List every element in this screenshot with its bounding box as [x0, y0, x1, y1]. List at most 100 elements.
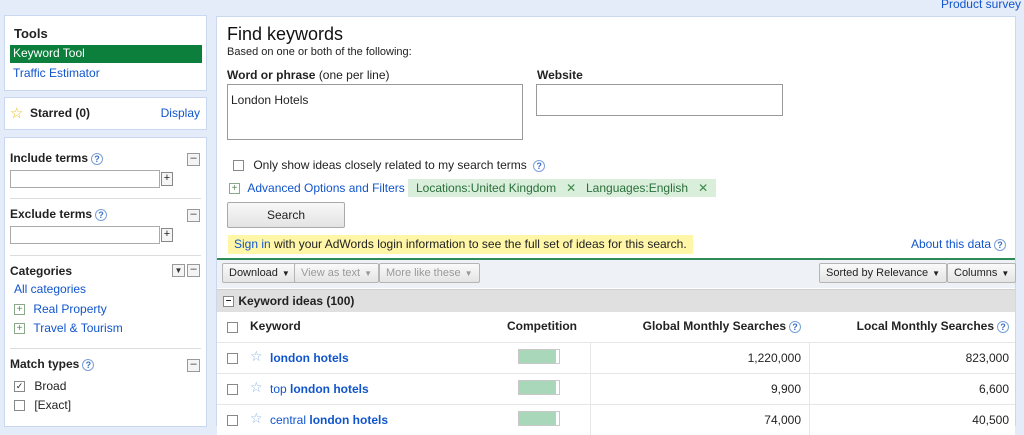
- filters-panel: Include terms? – + Exclude terms? – + Ca…: [4, 137, 207, 427]
- sort-dropdown[interactable]: Sorted by Relevance ▼: [819, 263, 948, 283]
- table-row[interactable]: ☆ top london hotels 9,900 6,600: [217, 373, 1015, 404]
- column-header-competition[interactable]: Competition: [507, 319, 577, 333]
- all-categories-link[interactable]: All categories: [14, 282, 86, 296]
- keyword-link[interactable]: central london hotels: [270, 413, 388, 427]
- checkbox-icon[interactable]: [14, 400, 25, 412]
- help-icon[interactable]: ?: [997, 320, 1009, 333]
- advanced-options[interactable]: + Advanced Options and Filters: [229, 181, 405, 195]
- checkbox-checked-icon[interactable]: ✓: [14, 381, 25, 393]
- competition-bar: [518, 349, 560, 364]
- match-type-broad[interactable]: ✓ Broad: [14, 379, 66, 393]
- match-type-exact[interactable]: [Exact]: [14, 398, 71, 412]
- sign-in-link[interactable]: Sign in: [234, 237, 271, 251]
- sign-in-text: with your AdWords login information to s…: [270, 237, 687, 251]
- row-checkbox[interactable]: [227, 384, 238, 395]
- category-item-travel[interactable]: + Travel & Tourism: [14, 321, 123, 335]
- expand-icon[interactable]: +: [14, 304, 25, 316]
- table-row[interactable]: ☆ central london hotels 74,000 40,500: [217, 404, 1015, 435]
- exclude-terms-label: Exclude terms?: [10, 207, 108, 221]
- columns-dropdown[interactable]: Columns ▼: [947, 263, 1017, 283]
- starred-display-link[interactable]: Display: [161, 106, 200, 120]
- global-searches: 1,220,000: [747, 351, 801, 365]
- keyword-ideas-header[interactable]: – Keyword ideas (100): [217, 289, 1015, 312]
- sort-label: Sorted by Relevance: [826, 267, 929, 279]
- keyword-ideas-title: Keyword ideas (100): [238, 294, 355, 308]
- row-checkbox[interactable]: [227, 415, 238, 426]
- column-header-global[interactable]: Global Monthly Searches?: [643, 319, 801, 333]
- match-type-label: [Exact]: [34, 398, 72, 412]
- column-divider: [809, 405, 810, 435]
- keyword-text: london hotels: [309, 413, 389, 427]
- match-types-label: Match types?: [10, 357, 95, 371]
- include-terms-text: Include terms: [10, 151, 89, 165]
- checkbox-icon[interactable]: [233, 160, 244, 172]
- select-all-checkbox[interactable]: [227, 322, 238, 333]
- help-icon[interactable]: ?: [91, 152, 104, 165]
- tools-item-traffic-estimator[interactable]: Traffic Estimator: [13, 66, 100, 80]
- competition-fill: [519, 412, 557, 425]
- table-row[interactable]: ☆ london hotels 1,220,000 823,000: [217, 342, 1015, 373]
- divider: [10, 348, 201, 349]
- column-header-local[interactable]: Local Monthly Searches?: [857, 319, 1009, 333]
- more-like-these-button[interactable]: More like these ▼: [379, 263, 480, 283]
- website-input[interactable]: [536, 84, 783, 116]
- include-terms-input[interactable]: [10, 170, 160, 188]
- exclude-terms-add-button[interactable]: +: [161, 228, 173, 242]
- download-button[interactable]: Download ▼: [222, 263, 297, 283]
- match-types-text: Match types: [10, 357, 80, 371]
- expand-icon[interactable]: +: [14, 323, 25, 335]
- column-header-keyword[interactable]: Keyword: [250, 319, 301, 333]
- column-header-global-label: Global Monthly Searches: [642, 319, 786, 333]
- star-icon[interactable]: ☆: [250, 379, 263, 396]
- word-phrase-hint: (one per line): [318, 68, 390, 82]
- chip-label: Languages:English: [586, 181, 689, 195]
- help-icon[interactable]: ?: [533, 159, 546, 172]
- dropdown-arrow-icon: ▼: [281, 269, 290, 278]
- dropdown-arrow-icon: ▼: [464, 269, 473, 278]
- product-survey-link[interactable]: Product survey: [941, 0, 1021, 11]
- help-icon[interactable]: ?: [789, 320, 801, 333]
- about-data[interactable]: About this data?: [911, 237, 1006, 251]
- column-divider: [590, 374, 591, 404]
- expand-icon[interactable]: +: [229, 183, 240, 195]
- location-filter-chip[interactable]: Locations:United Kingdom ✕: [408, 179, 585, 197]
- competition-bar: [518, 380, 560, 395]
- language-filter-chip[interactable]: Languages:English ✕: [578, 179, 717, 197]
- advanced-options-link[interactable]: Advanced Options and Filters: [247, 181, 404, 195]
- star-icon[interactable]: ☆: [250, 410, 263, 427]
- column-header-local-label: Local Monthly Searches: [856, 319, 994, 333]
- help-icon[interactable]: ?: [994, 238, 1006, 251]
- tools-item-keyword-tool[interactable]: Keyword Tool: [10, 45, 202, 63]
- tools-panel: Tools Keyword Tool Traffic Estimator: [4, 15, 207, 91]
- category-item-label[interactable]: Real Property: [33, 302, 106, 316]
- include-terms-add-button[interactable]: +: [161, 172, 173, 186]
- dropdown-arrow-icon: ▼: [364, 269, 373, 278]
- column-divider: [809, 374, 810, 404]
- keyword-link[interactable]: london hotels: [270, 351, 349, 365]
- keyword-link[interactable]: top london hotels: [270, 382, 369, 396]
- columns-label: Columns: [954, 267, 998, 279]
- only-show-option[interactable]: Only show ideas closely related to my se…: [233, 158, 546, 172]
- remove-icon[interactable]: ✕: [698, 181, 708, 195]
- dropdown-icon[interactable]: ▼: [172, 264, 185, 277]
- star-icon[interactable]: ☆: [250, 348, 263, 365]
- help-icon[interactable]: ?: [82, 358, 95, 371]
- collapse-icon[interactable]: –: [187, 359, 200, 372]
- competition-fill: [519, 350, 556, 363]
- collapse-icon[interactable]: –: [187, 209, 200, 222]
- remove-icon[interactable]: ✕: [566, 181, 576, 195]
- about-data-link[interactable]: About this data: [911, 237, 991, 251]
- collapse-icon[interactable]: –: [187, 153, 200, 166]
- help-icon[interactable]: ?: [95, 208, 108, 221]
- categories-label: Categories: [10, 264, 73, 278]
- word-phrase-input[interactable]: London Hotels: [227, 84, 523, 140]
- search-button[interactable]: Search: [227, 202, 345, 228]
- exclude-terms-input[interactable]: [10, 226, 160, 244]
- starred-panel: ☆ Starred (0) Display: [4, 97, 207, 130]
- category-item-real-property[interactable]: + Real Property: [14, 302, 107, 316]
- category-item-label[interactable]: Travel & Tourism: [33, 321, 122, 335]
- view-as-text-button[interactable]: View as text ▼: [294, 263, 380, 283]
- collapse-icon[interactable]: –: [223, 296, 234, 308]
- collapse-icon[interactable]: –: [187, 264, 200, 277]
- row-checkbox[interactable]: [227, 353, 238, 364]
